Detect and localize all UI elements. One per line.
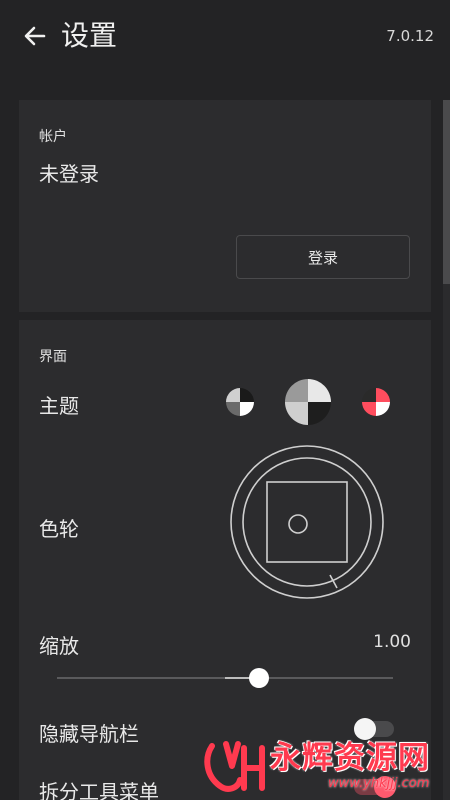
app-version: 7.0.12 [386,27,434,45]
color-wheel-icon [230,445,384,599]
arrow-left-icon [24,26,46,46]
theme-swatch-icon [285,379,331,425]
theme-swatch-icon [362,388,390,416]
theme-option-dark[interactable] [224,386,256,418]
login-button[interactable]: 登录 [236,235,410,279]
split-toolbar-toggle[interactable] [354,776,396,798]
account-section-label: 帐户 [39,129,67,145]
interface-section-label: 界面 [39,349,67,365]
interface-card: 界面 主题 色轮 缩放 1.00 隐藏导航栏 拆分工具菜单 [19,320,431,800]
split-toolbar-label: 拆分工具菜单 [39,780,159,800]
zoom-label: 缩放 [39,634,79,658]
theme-swatch-icon [226,388,254,416]
toggle-knob [374,776,396,798]
zoom-slider-thumb[interactable] [248,668,269,688]
zoom-slider[interactable] [57,666,393,690]
top-app-bar: 设置 7.0.12 [0,0,450,72]
settings-screen: 设置 7.0.12 帐户 未登录 登录 界面 主题 色轮 缩放 1.00 隐藏导… [0,0,450,800]
hide-nav-label: 隐藏导航栏 [39,722,139,746]
back-button[interactable] [20,22,50,50]
scrollbar-thumb[interactable] [443,100,450,284]
page-title: 设置 [61,19,118,52]
zoom-value: 1.00 [373,632,411,652]
theme-option-light-selected[interactable] [283,377,333,427]
hide-nav-toggle[interactable] [354,718,396,740]
theme-label: 主题 [39,394,79,418]
toggle-knob [354,718,376,740]
color-wheel[interactable] [229,444,385,600]
account-card: 帐户 未登录 登录 [19,100,431,312]
color-wheel-label: 色轮 [39,517,79,541]
theme-option-red[interactable] [360,386,392,418]
account-status: 未登录 [39,162,99,186]
